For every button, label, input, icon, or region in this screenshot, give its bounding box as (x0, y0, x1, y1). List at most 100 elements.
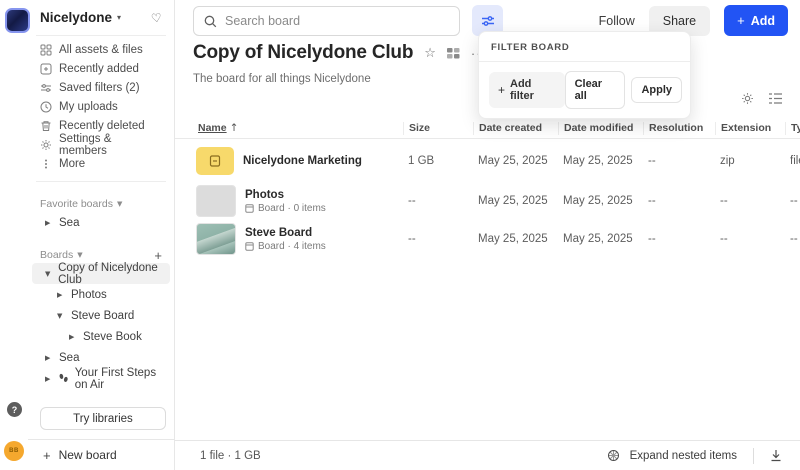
board-item-first-steps[interactable]: ▶ Your First Steps on Air (32, 367, 170, 391)
add-label: Add (750, 13, 775, 28)
sidebar-item-label: All assets & files (59, 43, 143, 56)
workspace-name[interactable]: Nicelydone (40, 10, 112, 25)
try-libraries-button[interactable]: Try libraries (40, 407, 166, 430)
board-thumbnail[interactable] (196, 223, 236, 255)
caret-down-icon[interactable]: ▼ (57, 312, 65, 320)
column-header-extension[interactable]: Extension (715, 121, 785, 135)
column-header-name[interactable]: Name ↑ (175, 122, 403, 135)
board-thumbnail[interactable] (196, 185, 236, 217)
add-board-icon[interactable]: + (154, 248, 162, 263)
table-row[interactable]: Nicelydone Marketing 1 GB May 25, 2025 M… (175, 139, 800, 182)
divider (36, 181, 166, 182)
asset-date-modified: May 25, 2025 (563, 195, 633, 207)
chevron-down-icon[interactable]: ▾ (117, 13, 121, 22)
expand-nested-label[interactable]: Expand nested items (630, 450, 737, 462)
table-header-row: Name ↑ Size Date created Date modified Re… (175, 118, 800, 139)
sidebar-item-label: More (59, 157, 86, 170)
sidebar-item-recently-added[interactable]: Recently added (28, 59, 174, 78)
board-item-steve-book[interactable]: ▶ Steve Book (32, 326, 170, 347)
caret-right-icon[interactable]: ▶ (45, 354, 53, 362)
asset-type: file (790, 154, 800, 167)
plus-icon: + (498, 83, 506, 97)
column-header-date-modified[interactable]: Date modified (558, 121, 643, 135)
clock-icon (40, 101, 52, 113)
asset-date-created: May 25, 2025 (478, 233, 548, 245)
sidebar-item-saved-filters[interactable]: Saved filters (2) (28, 78, 174, 97)
expand-nested-icon[interactable] (607, 449, 620, 462)
user-avatar[interactable]: BB (4, 441, 24, 461)
favorite-star-icon[interactable]: ☆ (424, 46, 436, 61)
table-row[interactable]: Steve Board Board · 4 items -- May 25, 2… (175, 220, 800, 258)
caret-right-icon[interactable]: ▶ (45, 375, 52, 383)
main-content: Search board Follow Share + Add Copy of … (175, 0, 800, 470)
footsteps-icon (58, 373, 69, 384)
assets-grid-icon (40, 44, 52, 56)
sidebar-item-my-uploads[interactable]: My uploads (28, 97, 174, 116)
table-row[interactable]: Photos Board · 0 items -- May 25, 2025 M… (175, 182, 800, 220)
sidebar-item-all-assets[interactable]: All assets & files (28, 40, 174, 59)
add-button[interactable]: + Add (724, 5, 788, 36)
download-icon[interactable] (770, 449, 782, 462)
add-filter-button[interactable]: + Add filter (489, 72, 565, 108)
board-label: Photos (71, 288, 107, 301)
sidebar-item-label: Recently deleted (59, 119, 145, 132)
new-board-button[interactable]: + New board (28, 439, 174, 470)
column-header-date-created[interactable]: Date created (473, 121, 558, 135)
board-icon (245, 203, 254, 213)
sidebar-item-label: Recently added (59, 62, 139, 75)
sidebar-item-more[interactable]: More (28, 154, 174, 173)
board-item-steve-board[interactable]: ▼ Steve Board (32, 305, 170, 326)
board-label: Steve Board (71, 309, 135, 322)
chevron-down-icon: ▼ (116, 200, 123, 208)
sidebar-item-settings-members[interactable]: Settings & members (28, 133, 174, 157)
caret-right-icon[interactable]: ▶ (45, 219, 53, 227)
section-label: Boards (40, 249, 74, 261)
sliders-icon (481, 14, 495, 28)
caret-right-icon[interactable]: ▶ (57, 291, 65, 299)
apply-button[interactable]: Apply (631, 77, 682, 103)
board-item-photos[interactable]: ▶ Photos (32, 284, 170, 305)
asset-extension: zip (720, 154, 735, 167)
sliders-icon (40, 82, 52, 94)
list-view-icon[interactable] (769, 93, 782, 104)
favorite-boards-header[interactable]: Favorite boards ▼ (28, 196, 174, 212)
asset-size: 1 GB (408, 154, 435, 167)
column-header-resolution[interactable]: Resolution (643, 121, 715, 135)
asset-extension: -- (720, 233, 728, 245)
board-icon (245, 241, 254, 251)
add-filter-label: Add filter (510, 78, 534, 102)
asset-name[interactable]: Photos (245, 189, 326, 201)
board-item-sea[interactable]: ▶ Sea (32, 347, 170, 368)
notes-icon[interactable] (446, 47, 460, 59)
footer-bar: 1 file · 1 GB Expand nested items (175, 440, 800, 470)
asset-name[interactable]: Nicelydone Marketing (243, 155, 362, 167)
view-settings-gear-icon[interactable] (741, 92, 754, 105)
plus-icon: + (43, 447, 51, 463)
asset-size: -- (408, 233, 416, 245)
caret-right-icon[interactable]: ▶ (69, 333, 77, 341)
column-header-size[interactable]: Size (403, 121, 473, 135)
favorite-board-sea[interactable]: ▶ Sea (32, 212, 170, 233)
clear-all-button[interactable]: Clear all (564, 71, 626, 109)
caret-down-icon[interactable]: ▼ (45, 270, 52, 278)
asset-date-modified: May 25, 2025 (563, 154, 633, 167)
asset-name[interactable]: Steve Board (245, 227, 326, 239)
asset-resolution: -- (648, 154, 656, 167)
board-item-copy-of-nicelydone-club[interactable]: ▼ Copy of Nicelydone Club (32, 262, 170, 286)
chevron-down-icon: ▼ (77, 251, 83, 259)
board-description: The board for all things Nicelydone (193, 73, 371, 85)
board-label: Sea (59, 351, 80, 364)
column-header-type[interactable]: Type (785, 121, 800, 135)
file-thumbnail[interactable] (196, 146, 234, 175)
filter-board-panel: FILTER BOARD + Add filter Clear all Appl… (478, 31, 691, 119)
workspace-logo[interactable] (5, 8, 30, 33)
sidebar-nav: All assets & files Recently added Saved … (28, 40, 174, 173)
gear-icon (40, 139, 52, 151)
help-button[interactable]: ? (7, 402, 22, 417)
new-board-label: New board (58, 448, 117, 462)
board-subtitle: Board · 4 items (258, 240, 326, 252)
follow-button[interactable]: Follow (599, 14, 635, 28)
asset-size: -- (408, 195, 416, 207)
heart-icon[interactable]: ♡ (150, 10, 163, 25)
search-input[interactable]: Search board (193, 6, 460, 36)
